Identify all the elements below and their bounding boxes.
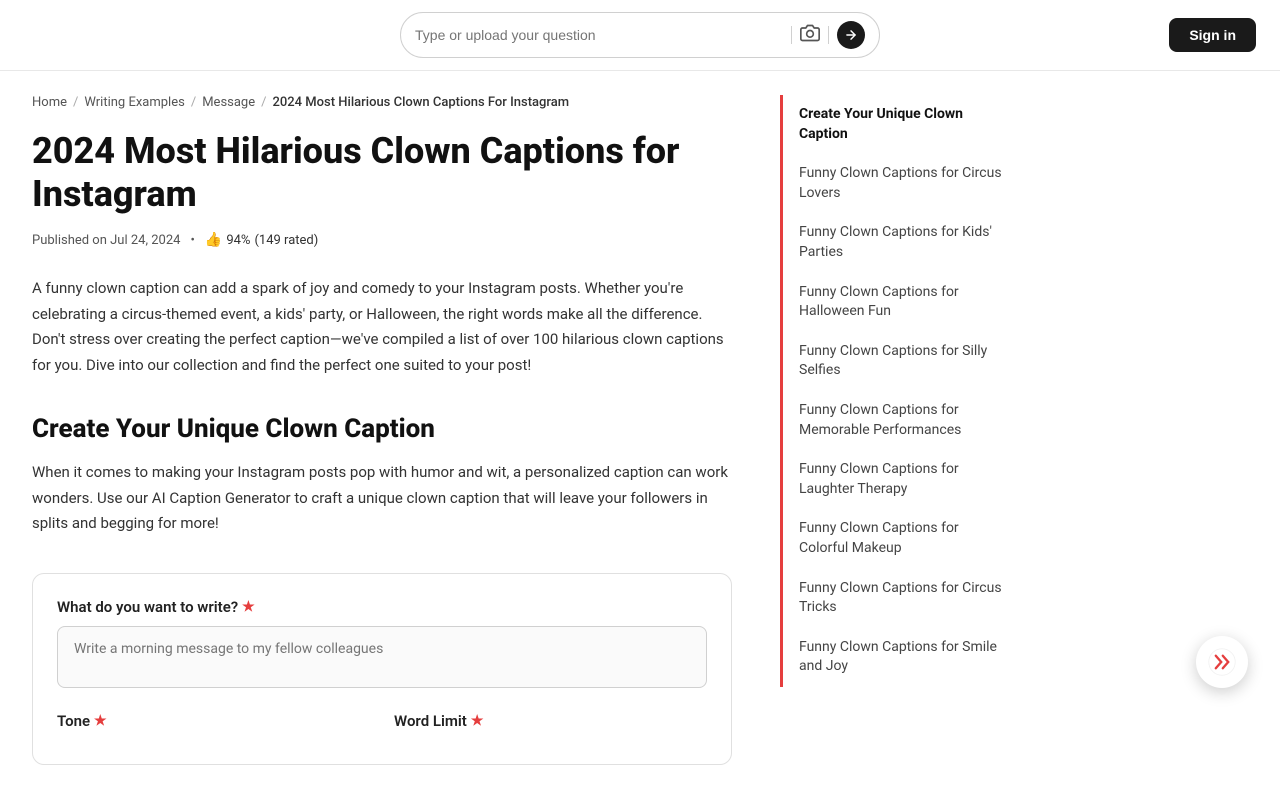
sidebar: Create Your Unique Clown Caption Funny C… [780, 95, 1020, 765]
word-limit-field: Word Limit ★ [394, 712, 707, 740]
write-field-label: What do you want to write? ★ [57, 598, 707, 616]
published-date: Published on Jul 24, 2024 [32, 233, 180, 248]
meta-dot: • [190, 233, 194, 248]
page-container: Home / Writing Examples / Message / 2024… [0, 71, 1280, 789]
search-bar [400, 12, 880, 58]
search-divider [791, 26, 792, 44]
thumbs-up-icon: 👍 [205, 232, 222, 248]
sidebar-item-9[interactable]: Funny Clown Captions for Smile and Joy [783, 628, 1020, 687]
sidebar-item-2[interactable]: Funny Clown Captions for Kids' Parties [783, 213, 1020, 272]
sidebar-item-3[interactable]: Funny Clown Captions for Halloween Fun [783, 273, 1020, 332]
required-star-tone: ★ [94, 713, 107, 729]
sign-in-button[interactable]: Sign in [1169, 18, 1256, 52]
sidebar-item-4[interactable]: Funny Clown Captions for Silly Selfies [783, 332, 1020, 391]
breadcrumb-sep-3: / [261, 95, 266, 110]
rating-count: (149 rated) [254, 233, 318, 248]
tone-label-text: Tone [57, 712, 90, 730]
header: Sign in [0, 0, 1280, 71]
search-submit-button[interactable] [837, 21, 865, 49]
rating-badge: 👍 94% (149 rated) [205, 232, 318, 248]
breadcrumb-writing-examples[interactable]: Writing Examples [84, 95, 184, 110]
search-input[interactable] [415, 27, 783, 43]
breadcrumb-current: 2024 Most Hilarious Clown Captions For I… [273, 95, 570, 110]
article-body: A funny clown caption can add a spark of… [32, 276, 732, 378]
tone-label: Tone ★ [57, 712, 370, 730]
sidebar-item-0[interactable]: Create Your Unique Clown Caption [783, 95, 1020, 154]
floating-action-button[interactable] [1196, 636, 1248, 688]
section-body: When it comes to making your Instagram p… [32, 460, 732, 537]
breadcrumb-message[interactable]: Message [202, 95, 255, 110]
sidebar-item-8[interactable]: Funny Clown Captions for Circus Tricks [783, 569, 1020, 628]
section-title: Create Your Unique Clown Caption [32, 414, 732, 444]
search-divider-2 [828, 26, 829, 44]
breadcrumb: Home / Writing Examples / Message / 2024… [32, 95, 732, 110]
camera-icon[interactable] [800, 23, 820, 48]
write-field-label-text: What do you want to write? [57, 598, 238, 616]
sidebar-item-7[interactable]: Funny Clown Captions for Colorful Makeup [783, 509, 1020, 568]
sidebar-item-5[interactable]: Funny Clown Captions for Memorable Perfo… [783, 391, 1020, 450]
sidebar-nav: Create Your Unique Clown Caption Funny C… [780, 95, 1020, 687]
sidebar-item-1[interactable]: Funny Clown Captions for Circus Lovers [783, 154, 1020, 213]
floating-icon [1208, 648, 1236, 676]
breadcrumb-sep-2: / [191, 95, 196, 110]
word-limit-label-text: Word Limit [394, 712, 467, 730]
main-content: Home / Writing Examples / Message / 2024… [32, 95, 732, 765]
breadcrumb-sep-1: / [73, 95, 78, 110]
word-limit-label: Word Limit ★ [394, 712, 707, 730]
breadcrumb-home[interactable]: Home [32, 95, 67, 110]
generator-card: What do you want to write? ★ Tone ★ Word… [32, 573, 732, 765]
sidebar-item-6[interactable]: Funny Clown Captions for Laughter Therap… [783, 450, 1020, 509]
write-input[interactable] [57, 626, 707, 688]
page-title: 2024 Most Hilarious Clown Captions for I… [32, 130, 732, 216]
required-star-write: ★ [242, 599, 255, 615]
required-star-wordlimit: ★ [471, 713, 484, 729]
rating-percent: 94% [226, 233, 250, 248]
article-meta: Published on Jul 24, 2024 • 👍 94% (149 r… [32, 232, 732, 248]
tone-wordlimit-row: Tone ★ Word Limit ★ [57, 712, 707, 740]
tone-field: Tone ★ [57, 712, 370, 740]
